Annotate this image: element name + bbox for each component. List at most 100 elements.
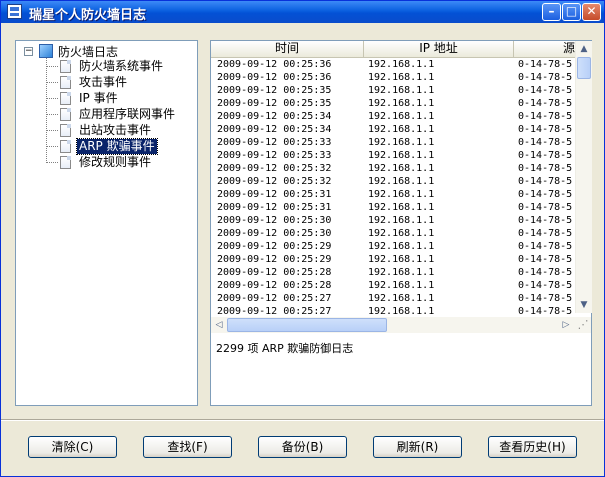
- row-time-cell: 2009-09-12 00:25:35: [217, 85, 332, 96]
- row-source-cell: 0-14-78-5: [518, 72, 573, 83]
- scroll-left-icon[interactable]: ◁: [212, 318, 226, 332]
- tree-branch-line: [47, 146, 58, 147]
- log-count-status: 2299 项 ARP 欺骗防御日志: [216, 342, 354, 355]
- row-ip-cell: 192.168.1.1: [368, 72, 435, 83]
- row-source-cell: 0-14-78-5: [518, 59, 573, 70]
- row-ip-cell: 192.168.1.1: [368, 267, 435, 278]
- row-time-cell: 2009-09-12 00:25:33: [217, 150, 332, 161]
- row-time-cell: 2009-09-12 00:25:30: [217, 215, 332, 226]
- table-row[interactable]: 2009-09-12 00:25:31 192.168.1.1 0-14-78-5: [211, 188, 575, 201]
- tree-branch-line: [47, 130, 58, 131]
- list-header: 时间 IP 地址 源: [211, 41, 575, 58]
- row-time-cell: 2009-09-12 00:25:31: [217, 189, 332, 200]
- table-row[interactable]: 2009-09-12 00:25:35 192.168.1.1 0-14-78-5: [211, 97, 575, 110]
- minimize-button[interactable]: –: [542, 3, 561, 21]
- find-button[interactable]: 查找(F): [143, 436, 232, 458]
- row-source-cell: 0-14-78-5: [518, 98, 573, 109]
- clear-button[interactable]: 清除(C): [28, 436, 117, 458]
- row-ip-cell: 192.168.1.1: [368, 254, 435, 265]
- table-row[interactable]: 2009-09-12 00:25:30 192.168.1.1 0-14-78-5: [211, 214, 575, 227]
- vertical-scrollbar[interactable]: ▲ ▼: [575, 41, 592, 313]
- table-row[interactable]: 2009-09-12 00:25:34 192.168.1.1 0-14-78-5: [211, 110, 575, 123]
- row-time-cell: 2009-09-12 00:25:30: [217, 228, 332, 239]
- backup-button[interactable]: 备份(B): [258, 436, 347, 458]
- window-title: 瑞星个人防火墙日志: [29, 8, 147, 23]
- column-header-time[interactable]: 时间: [211, 41, 364, 57]
- row-ip-cell: 192.168.1.1: [368, 176, 435, 187]
- row-source-cell: 0-14-78-5: [518, 293, 573, 304]
- row-ip-cell: 192.168.1.1: [368, 85, 435, 96]
- tree-branch-line: [47, 162, 58, 163]
- row-ip-cell: 192.168.1.1: [368, 111, 435, 122]
- row-time-cell: 2009-09-12 00:25:31: [217, 202, 332, 213]
- table-row[interactable]: 2009-09-12 00:25:36 192.168.1.1 0-14-78-5: [211, 58, 575, 71]
- table-row[interactable]: 2009-09-12 00:25:31 192.168.1.1 0-14-78-5: [211, 201, 575, 214]
- row-ip-cell: 192.168.1.1: [368, 293, 435, 304]
- row-source-cell: 0-14-78-5: [518, 254, 573, 265]
- table-row[interactable]: 2009-09-12 00:25:32 192.168.1.1 0-14-78-5: [211, 162, 575, 175]
- table-row[interactable]: 2009-09-12 00:25:36 192.168.1.1 0-14-78-5: [211, 71, 575, 84]
- firewall-log-icon: [39, 44, 53, 58]
- row-time-cell: 2009-09-12 00:25:36: [217, 72, 332, 83]
- collapse-icon[interactable]: −: [24, 47, 33, 56]
- tree-item-label: ARP 欺骗事件: [76, 138, 158, 155]
- log-document-icon: [60, 60, 71, 73]
- table-row[interactable]: 2009-09-12 00:25:29 192.168.1.1 0-14-78-5: [211, 240, 575, 253]
- row-ip-cell: 192.168.1.1: [368, 189, 435, 200]
- row-source-cell: 0-14-78-5: [518, 267, 573, 278]
- row-ip-cell: 192.168.1.1: [368, 137, 435, 148]
- row-time-cell: 2009-09-12 00:25:29: [217, 241, 332, 252]
- log-document-icon: [60, 108, 71, 121]
- row-time-cell: 2009-09-12 00:25:34: [217, 111, 332, 122]
- scroll-up-icon[interactable]: ▲: [577, 42, 591, 56]
- row-source-cell: 0-14-78-5: [518, 111, 573, 122]
- maximize-button[interactable]: □: [562, 3, 581, 21]
- vertical-scroll-thumb[interactable]: [577, 57, 591, 79]
- column-header-source[interactable]: 源: [514, 41, 575, 57]
- table-row[interactable]: 2009-09-12 00:25:29 192.168.1.1 0-14-78-5: [211, 253, 575, 266]
- horizontal-scrollbar[interactable]: ◁ ▷: [211, 317, 575, 333]
- resize-grip-icon[interactable]: ⋰: [575, 317, 591, 333]
- row-ip-cell: 192.168.1.1: [368, 59, 435, 70]
- view-history-button[interactable]: 查看历史(H): [488, 436, 577, 458]
- scroll-down-icon[interactable]: ▼: [577, 298, 591, 312]
- tree-branch-line: [47, 66, 58, 67]
- log-document-icon: [60, 156, 71, 169]
- row-ip-cell: 192.168.1.1: [368, 241, 435, 252]
- row-source-cell: 0-14-78-5: [518, 215, 573, 226]
- column-header-ip[interactable]: IP 地址: [364, 41, 514, 57]
- refresh-button[interactable]: 刷新(R): [373, 436, 462, 458]
- scroll-right-icon[interactable]: ▷: [559, 318, 573, 332]
- tree-item-label: 攻击事件: [79, 75, 128, 89]
- row-time-cell: 2009-09-12 00:25:27: [217, 293, 332, 304]
- row-time-cell: 2009-09-12 00:25:34: [217, 124, 332, 135]
- table-row[interactable]: 2009-09-12 00:25:33 192.168.1.1 0-14-78-5: [211, 136, 575, 149]
- table-row[interactable]: 2009-09-12 00:25:33 192.168.1.1 0-14-78-5: [211, 149, 575, 162]
- row-ip-cell: 192.168.1.1: [368, 202, 435, 213]
- row-ip-cell: 192.168.1.1: [368, 124, 435, 135]
- table-row[interactable]: 2009-09-12 00:25:28 192.168.1.1 0-14-78-5: [211, 279, 575, 292]
- tree-branch-line: [47, 114, 58, 115]
- tree-item-label: IP 事件: [79, 91, 118, 105]
- close-button[interactable]: ✕: [582, 3, 601, 21]
- row-time-cell: 2009-09-12 00:25:28: [217, 267, 332, 278]
- table-row[interactable]: 2009-09-12 00:25:34 192.168.1.1 0-14-78-5: [211, 123, 575, 136]
- row-source-cell: 0-14-78-5: [518, 241, 573, 252]
- log-document-icon: [60, 140, 71, 153]
- tree-root-label[interactable]: 防火墙日志: [58, 43, 118, 60]
- row-source-cell: 0-14-78-5: [518, 150, 573, 161]
- row-source-cell: 0-14-78-5: [518, 189, 573, 200]
- horizontal-scroll-thumb[interactable]: [227, 318, 387, 332]
- tree-branch-line: [47, 82, 58, 83]
- log-list-view: 时间 IP 地址 源 2009-09-12 00:25:36 192.168.1.…: [210, 40, 592, 406]
- row-time-cell: 2009-09-12 00:25:32: [217, 176, 332, 187]
- table-row[interactable]: 2009-09-12 00:25:27 192.168.1.1 0-14-78-5: [211, 292, 575, 305]
- table-row[interactable]: 2009-09-12 00:25:28 192.168.1.1 0-14-78-5: [211, 266, 575, 279]
- table-row[interactable]: 2009-09-12 00:25:35 192.168.1.1 0-14-78-5: [211, 84, 575, 97]
- row-time-cell: 2009-09-12 00:25:28: [217, 280, 332, 291]
- title-bar[interactable]: 瑞星个人防火墙日志 – □ ✕: [1, 1, 604, 23]
- table-row[interactable]: 2009-09-12 00:25:30 192.168.1.1 0-14-78-5: [211, 227, 575, 240]
- table-row[interactable]: 2009-09-12 00:25:32 192.168.1.1 0-14-78-5: [211, 175, 575, 188]
- row-source-cell: 0-14-78-5: [518, 137, 573, 148]
- firewall-log-window: 瑞星个人防火墙日志 – □ ✕ − 防火墙日志 防火墙系统事件 攻击事件 IP 事件…: [0, 0, 605, 477]
